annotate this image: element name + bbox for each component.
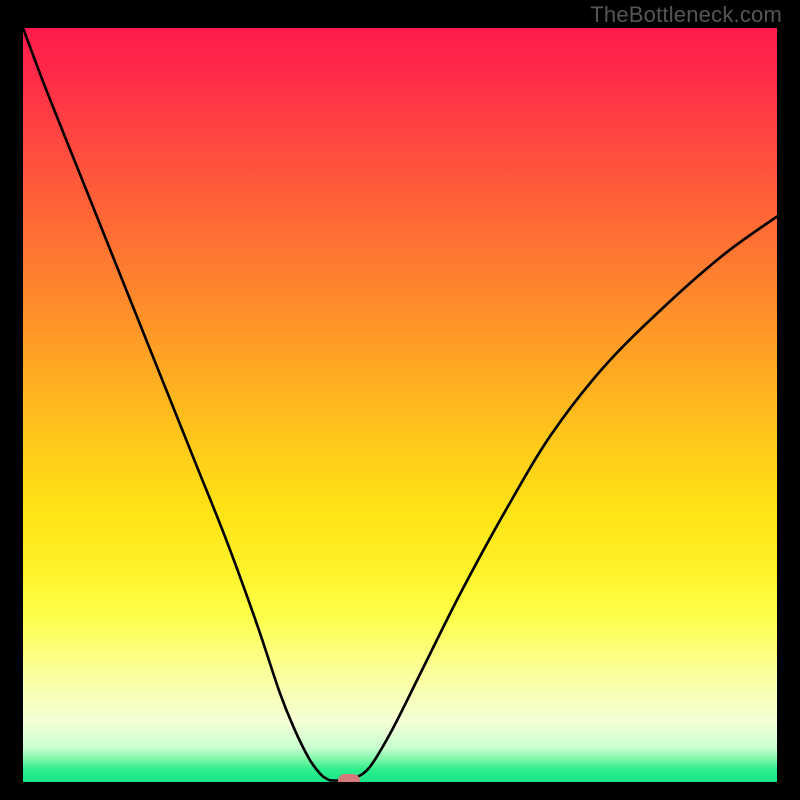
bottleneck-curve <box>23 28 777 781</box>
chart-frame: TheBottleneck.com <box>0 0 800 800</box>
curve-svg <box>23 28 777 782</box>
watermark-text: TheBottleneck.com <box>590 2 782 28</box>
plot-area <box>23 28 777 782</box>
optimum-marker <box>338 774 360 782</box>
